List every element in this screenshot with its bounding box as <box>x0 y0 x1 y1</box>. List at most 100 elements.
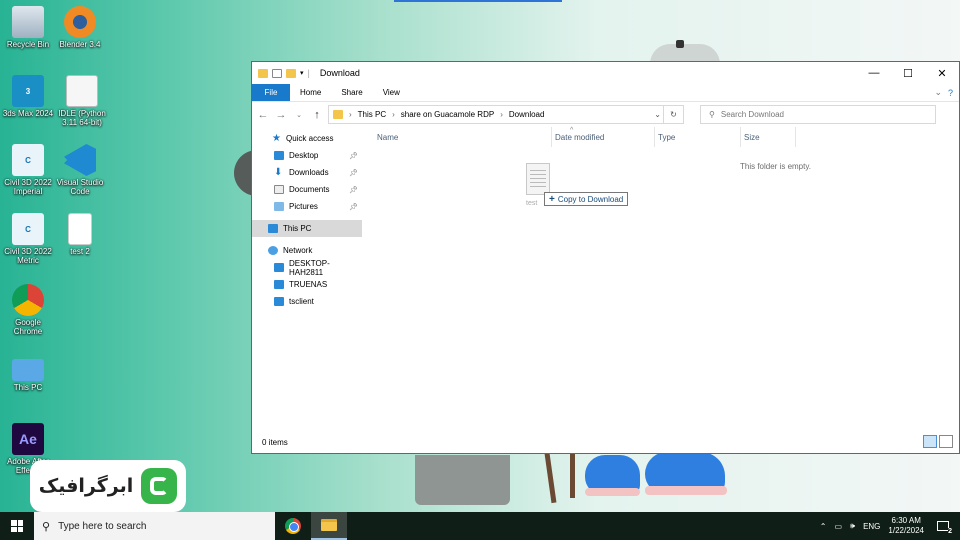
close-button[interactable]: ✕ <box>925 62 959 84</box>
search-icon: ⚲ <box>709 110 715 119</box>
pin-icon[interactable]: 📌︎ <box>349 186 358 194</box>
desktop-icon-this-pc[interactable]: This PC <box>0 353 56 392</box>
clock[interactable]: 6:30 AM 1/22/2024 <box>888 516 924 536</box>
desktop-icon-chrome[interactable]: Google Chrome <box>0 284 56 336</box>
column-size[interactable]: Size <box>741 127 796 147</box>
breadcrumb-chevron-icon[interactable]: › <box>500 110 503 119</box>
breadcrumb-share[interactable]: share on Guacamole RDP <box>401 110 494 119</box>
file-explorer-icon <box>321 519 337 531</box>
ribbon-tabs: File Home Share View ⌄ ? <box>252 84 959 102</box>
tab-file[interactable]: File <box>252 84 290 101</box>
column-headers: Name Date modified Type Size <box>363 127 959 147</box>
sidebar-item-pictures[interactable]: Pictures 📌︎ <box>252 198 362 215</box>
sidebar-item-truenas[interactable]: TRUENAS <box>252 276 362 293</box>
desktop-icon <box>274 151 284 160</box>
help-icon[interactable]: ? <box>948 88 953 98</box>
dragged-file-label: test <box>526 200 538 207</box>
new-folder-icon[interactable] <box>286 68 296 78</box>
tab-home[interactable]: Home <box>290 84 331 101</box>
taskbar-file-explorer[interactable] <box>311 512 347 540</box>
breadcrumb-download[interactable]: Download <box>509 110 545 119</box>
sidebar-item-network[interactable]: Network <box>252 242 362 259</box>
desktop-icon-test2[interactable]: test 2 <box>52 213 108 256</box>
desktop-icon-civil3d-imperial[interactable]: C Civil 3D 2022 Imperial <box>0 144 56 196</box>
taskbar-chrome[interactable] <box>275 512 311 540</box>
sidebar-item-documents[interactable]: Documents 📌︎ <box>252 181 362 198</box>
properties-icon[interactable] <box>272 68 282 78</box>
back-arrow-icon[interactable]: ← <box>256 109 270 121</box>
windows-logo-icon <box>11 520 23 532</box>
chrome-icon <box>12 284 44 316</box>
desktop-icon-blender[interactable]: Blender 3.4 <box>52 6 108 49</box>
chrome-icon <box>285 518 301 534</box>
plus-icon: + <box>549 193 555 205</box>
search-placeholder: Search Download <box>720 110 785 119</box>
desktop-icon-vscode[interactable]: Visual Studio Code <box>52 144 108 196</box>
pictures-icon <box>274 202 284 211</box>
notification-center-button[interactable]: 2 <box>932 516 954 536</box>
large-icons-view-icon[interactable] <box>939 435 953 448</box>
dragged-file-icon[interactable] <box>526 163 550 195</box>
sidebar-item-this-pc[interactable]: This PC <box>252 220 362 237</box>
wallpaper-chair-leg <box>570 453 575 498</box>
pin-icon[interactable]: 📌︎ <box>349 203 358 211</box>
sidebar-item-quick-access[interactable]: ★ Quick access <box>252 130 362 147</box>
start-button[interactable] <box>0 512 34 540</box>
wallpaper-accent-line <box>394 0 562 2</box>
civil3d-icon: C <box>12 144 44 176</box>
desktop-icon-3ds-max[interactable]: 3 3ds Max 2024 <box>0 75 56 118</box>
breadcrumb-chevron-icon[interactable]: › <box>349 110 352 119</box>
volume-icon[interactable]: 🕪︎ <box>850 521 855 531</box>
sidebar-item-tsclient[interactable]: tsclient <box>252 293 362 310</box>
recent-locations-icon[interactable]: ⌄ <box>292 111 306 119</box>
file-explorer-window: ▾ | Download — ☐ ✕ File Home Share View … <box>251 61 960 454</box>
status-bar: 0 items <box>252 431 959 453</box>
sidebar-item-downloads[interactable]: ⬇ Downloads 📌︎ <box>252 164 362 181</box>
details-view-icon[interactable] <box>923 435 937 448</box>
search-icon: ⚲ <box>42 520 51 533</box>
show-hidden-icons-icon[interactable]: ⌃ <box>820 522 827 531</box>
expand-ribbon-icon[interactable]: ⌄ <box>934 87 942 98</box>
wallpaper-lamp-top <box>676 40 684 48</box>
network-status-icon[interactable]: ▭ <box>834 522 842 531</box>
clock-date: 1/22/2024 <box>888 526 924 535</box>
refresh-icon[interactable]: ↻ <box>663 106 683 123</box>
pin-icon[interactable]: 📌︎ <box>349 152 358 160</box>
taskbar-search-placeholder: Type here to search <box>58 520 147 532</box>
computer-icon <box>274 263 284 272</box>
sidebar-item-desktop[interactable]: Desktop 📌︎ <box>252 147 362 164</box>
desktop-icon-idle[interactable]: IDLE (Python 3.11 64-bit) <box>54 75 110 127</box>
maximize-button[interactable]: ☐ <box>891 62 925 84</box>
address-dropdown-icon[interactable]: ⌄ <box>654 110 661 119</box>
minimize-button[interactable]: — <box>857 62 891 84</box>
brand-logo-mark-icon <box>141 468 178 504</box>
forward-arrow-icon[interactable]: → <box>274 109 288 121</box>
breadcrumb-chevron-icon[interactable]: › <box>392 110 395 119</box>
column-name[interactable]: Name <box>363 127 552 147</box>
title-bar: ▾ | Download — ☐ ✕ <box>252 62 959 84</box>
breadcrumb-this-pc[interactable]: This PC <box>358 110 386 119</box>
clock-time: 6:30 AM <box>891 516 921 525</box>
brand-logo-text: ابرگرافیک <box>38 475 134 497</box>
file-list-area[interactable]: ^ Name Date modified Type Size This fold… <box>363 127 959 431</box>
desktop-icon-recycle-bin[interactable]: Recycle Bin <box>0 6 56 49</box>
up-arrow-icon[interactable]: ↑ <box>310 109 324 121</box>
computer-icon <box>274 297 284 306</box>
pin-icon[interactable]: 📌︎ <box>349 169 358 177</box>
language-indicator[interactable]: ENG <box>863 522 880 531</box>
3ds-max-icon: 3 <box>12 75 44 107</box>
taskbar-search[interactable]: ⚲ Type here to search <box>34 512 275 540</box>
address-bar[interactable]: › This PC › share on Guacamole RDP › Dow… <box>328 105 684 124</box>
sidebar-item-desktop-hah2811[interactable]: DESKTOP-HAH2811 <box>252 259 362 277</box>
quick-access-dropdown-icon[interactable]: ▾ <box>300 69 304 77</box>
text-file-icon <box>68 213 92 245</box>
window-title: Download <box>319 68 360 78</box>
desktop-icon-civil3d-metric[interactable]: C Civil 3D 2022 Metric <box>0 213 56 265</box>
column-date-modified[interactable]: Date modified <box>552 127 655 147</box>
column-type[interactable]: Type <box>655 127 741 147</box>
search-box[interactable]: ⚲ Search Download <box>700 105 936 124</box>
tab-view[interactable]: View <box>373 84 410 101</box>
computer-icon <box>274 280 284 289</box>
wallpaper-chair-leg <box>544 452 557 504</box>
tab-share[interactable]: Share <box>331 84 372 101</box>
